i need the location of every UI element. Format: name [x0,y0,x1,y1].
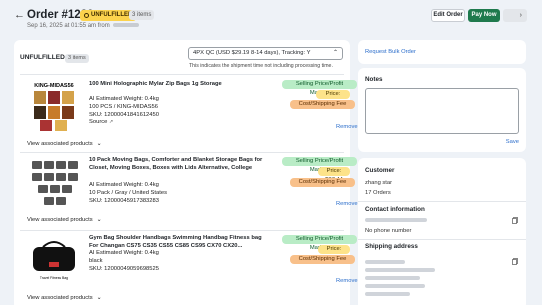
customer-title: Customer [365,167,395,174]
product-row: Travel Fitness Bag Gym Bag Shoulder Hand… [14,230,358,305]
shipping-note: This indicates the shipment time not inc… [189,63,333,69]
product-title[interactable]: Gym Bag Shoulder Handbags Swimming Handb… [89,234,265,250]
product-variant: 10 Pack / Gray / United States [89,189,167,196]
product-variant: black [89,257,103,264]
product-title[interactable]: 100 Mini Holographic Mylar Zip Bags 1g S… [89,80,265,88]
product-meta: AI Estimated Weight: 0.4kg 100 PCS / KIN… [89,96,159,127]
price-tag: Price: $54.98 [318,245,350,261]
shipping-method-value: 4PX QC (USD $29.19 8-14 days), Tracking:… [193,50,311,56]
remove-button[interactable]: Remove [336,201,358,207]
product-weight: AI Estimated Weight: 0.4kg [89,182,159,188]
product-meta: AI Estimated Weight: 0.4kg 10 Pack / Gra… [89,182,167,205]
view-associated-products[interactable]: View associated products ⌄ [27,216,102,223]
customer-name[interactable]: zhang star [365,180,392,186]
redacted-address-line [365,268,435,272]
external-link-icon: ↗ [109,119,114,126]
copy-icon[interactable] [512,217,518,224]
thumb-label: Travel Fitness Bag [40,276,68,280]
selling-price-markup-tag[interactable]: Selling Price/Profit Markup [282,235,357,251]
bulk-order-card: Request Bulk Order [358,40,526,64]
contact-phone: No phone number [365,228,412,234]
redacted-address-line [365,276,420,280]
product-sku: SKU: 12000041841612450 [89,111,159,118]
thumb-label: KING-MIDAS56 [34,83,73,89]
product-sku: SKU: 12000045917383283 [89,197,159,204]
customer-card: Customer zhang star 17 Orders Contact in… [358,158,526,305]
page-header: ← Order #1220 UNFULFILLED 3 items Sep 16… [0,0,542,36]
order-date: Sep 16, 2025 at 01:55 am from [27,23,140,29]
notes-card: Notes Save [358,68,526,152]
product-title[interactable]: 10 Pack Moving Bags, Comforter and Blank… [89,156,265,172]
fulfillment-count-badge: 3 items [65,54,89,63]
redacted-address-line [365,260,405,264]
redacted-email [365,218,427,222]
source-label: Source [89,119,108,126]
view-associated-label: View associated products [27,295,93,301]
view-associated-products[interactable]: View associated products ⌄ [27,294,102,301]
fulfillment-status-label: UNFULFILLED [20,54,65,61]
items-count-badge: 3 items [129,10,155,20]
product-source-link[interactable]: Source ↗ [89,119,159,127]
selling-price-markup-tag[interactable]: Selling Price/Profit Markup [282,80,357,96]
notes-title: Notes [365,76,383,83]
divider [358,239,526,240]
chevron-right-icon: › [519,12,522,19]
pay-now-button[interactable]: Pay Now [468,9,500,22]
selling-price-markup-tag[interactable]: Selling Price/Profit Markup [282,157,357,173]
product-meta: AI Estimated Weight: 0.4kg black SKU: 12… [89,250,159,273]
next-order-button[interactable]: › [503,9,527,22]
status-badge-label: UNFULFILLED [91,12,133,18]
redacted-address-line [365,284,425,288]
price-tag: Price: $87.44 [318,167,350,183]
product-sku: SKU: 12000049059698525 [89,265,159,272]
customer-orders[interactable]: 17 Orders [365,190,391,196]
notes-textarea[interactable] [365,88,519,134]
divider [358,201,526,202]
cost-shipping-tag[interactable]: Cost/Shipping Fee [290,255,355,264]
product-variant: 100 PCS / KING-MIDAS56 [89,103,158,110]
chevron-down-icon: ⌄ [96,217,102,223]
price-tag: Price: $541.12 [316,90,350,106]
view-associated-products[interactable]: View associated products ⌄ [27,140,102,147]
contact-info-title: Contact information [365,206,425,213]
cost-shipping-tag[interactable]: Cost/Shipping Fee [290,178,355,187]
divider [20,74,344,75]
product-thumbnail[interactable]: Travel Fitness Bag [27,235,81,287]
divider [20,230,344,231]
remove-button[interactable]: Remove [336,278,358,284]
chevron-down-icon: ⌄ [96,141,102,147]
divider [20,152,344,153]
redacted-address-line [365,292,410,296]
copy-icon[interactable] [512,258,518,265]
product-thumbnail[interactable]: KING-MIDAS56 [27,80,81,132]
product-thumbnail[interactable] [27,156,81,208]
view-associated-label: View associated products [27,141,93,147]
fulfillment-card: UNFULFILLED 3 items 4PX QC (USD $29.19 8… [14,40,358,305]
product-row: KING-MIDAS56 100 Mini Holographic Mylar … [14,74,358,152]
request-bulk-order-link[interactable]: Request Bulk Order [365,49,416,55]
shipping-address-title: Shipping address [365,243,418,250]
redacted-source [113,23,140,28]
select-chevron-icon: ⌃ [332,50,338,56]
edit-order-button[interactable]: Edit Order [431,9,465,22]
product-row: 10 Pack Moving Bags, Comforter and Blank… [14,152,358,230]
view-associated-label: View associated products [27,217,93,223]
status-dot-icon [84,13,89,18]
product-weight: AI Estimated Weight: 0.4kg [89,96,159,102]
product-weight: AI Estimated Weight: 0.4kg [89,250,159,256]
order-date-text: Sep 16, 2025 at 01:55 am from [27,23,110,29]
remove-button[interactable]: Remove [336,124,358,130]
save-notes-button[interactable]: Save [506,139,519,145]
back-arrow-icon[interactable]: ← [14,9,25,21]
chevron-down-icon: ⌄ [96,295,102,301]
status-badge: UNFULFILLED [80,10,137,21]
cost-shipping-tag[interactable]: Cost/Shipping Fee [290,100,355,109]
shipping-method-select[interactable]: 4PX QC (USD $29.19 8-14 days), Tracking:… [188,47,343,60]
